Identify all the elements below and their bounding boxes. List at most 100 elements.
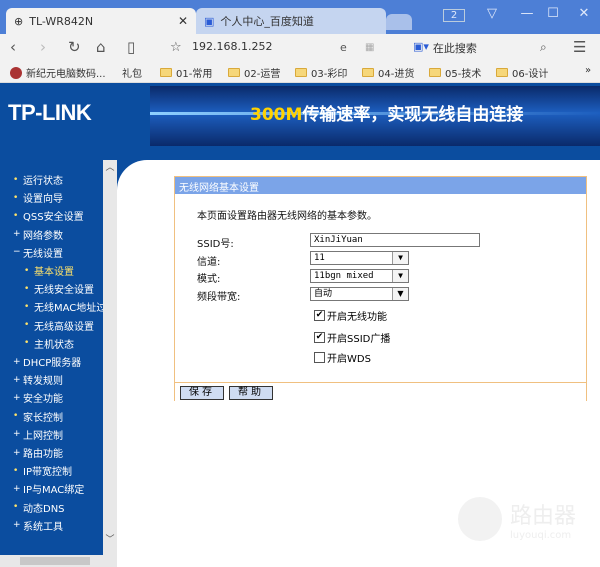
star-icon[interactable]: ☆ xyxy=(170,40,182,55)
sidebar-item[interactable]: + DHCP服务器 xyxy=(13,354,82,370)
sidebar-item[interactable]: − 无线设置 xyxy=(13,245,63,260)
bullet-icon: • xyxy=(13,210,19,221)
ie-icon[interactable]: e xyxy=(340,41,347,54)
site-icon xyxy=(10,66,22,79)
sidebar-item-label: 无线安全设置 xyxy=(34,285,94,297)
reload-icon[interactable]: ↻ xyxy=(68,38,81,56)
reader-icon[interactable]: ▯ xyxy=(127,38,135,56)
sidebar-item-label: QSS安全设置 xyxy=(23,212,84,224)
sidebar-item[interactable]: • 无线MAC地址过滤 xyxy=(24,299,103,315)
menu-icon[interactable]: ☰ xyxy=(573,38,586,56)
bookmark-folder[interactable]: 06-设计 xyxy=(496,65,548,80)
bullet-icon: • xyxy=(13,174,19,185)
expand-icon: + xyxy=(13,483,21,494)
bandwidth-select[interactable]: 自动 ▼ xyxy=(310,287,409,301)
sidebar-item[interactable]: • IP带宽控制 xyxy=(13,463,72,479)
sidebar-item-label: DHCP服务器 xyxy=(23,358,82,369)
sidebar-item-label: 无线设置 xyxy=(23,248,63,260)
sidebar-item-label: 系统工具 xyxy=(23,521,63,533)
sidebar-item[interactable]: • 主机状态 xyxy=(24,336,74,351)
mode-select[interactable]: 11bgn mixed ▼ xyxy=(310,269,409,283)
tab-baidu[interactable]: ▣ 个人中心_百度知道 xyxy=(196,8,386,34)
sidebar-item-label: 上网控制 xyxy=(23,430,63,442)
tab-count[interactable]: 2 xyxy=(443,9,465,22)
wds-checkbox[interactable]: 开启WDS xyxy=(314,350,371,365)
bookmark[interactable]: 新纪元电脑数码... xyxy=(10,65,106,80)
sidebar-item[interactable]: • 无线安全设置 xyxy=(24,281,94,297)
more-bookmarks[interactable]: » xyxy=(585,65,591,76)
sidebar-item-label: 路由功能 xyxy=(23,449,63,460)
sidebar-item-label: 家长控制 xyxy=(23,412,63,424)
sidebar-item[interactable]: + 路由功能 xyxy=(13,445,63,461)
qr-icon[interactable]: ▦ xyxy=(365,42,374,53)
new-tab-button[interactable] xyxy=(386,14,412,30)
sidebar-item[interactable]: • 运行状态 xyxy=(13,172,63,188)
bookmark-folder[interactable]: 05-技术 xyxy=(429,65,481,80)
bullet-icon: • xyxy=(24,338,30,349)
address-bar[interactable]: 192.168.1.252 xyxy=(192,40,272,53)
expand-icon: + xyxy=(13,392,21,403)
back-icon[interactable]: ‹ xyxy=(10,38,16,56)
folder-icon xyxy=(160,68,172,77)
search-box[interactable]: ▣▾ 在此搜索 xyxy=(413,40,477,56)
watermark: 路由器 luyouqi.com xyxy=(458,497,576,541)
sidebar-item-label: 无线高级设置 xyxy=(34,321,94,333)
sidebar-item[interactable]: + IP与MAC绑定 xyxy=(13,481,85,497)
expand-icon: + xyxy=(13,229,21,240)
bookmark-folder[interactable]: 04-进货 xyxy=(362,65,414,80)
sidebar-item-label: 基本设置 xyxy=(34,267,74,278)
bookmark-folder[interactable]: 01-常用 xyxy=(160,65,212,80)
sidebar-item[interactable]: + 转发规则 xyxy=(13,372,63,388)
checkbox[interactable] xyxy=(314,352,325,363)
bookmark-folder[interactable]: 02-运营 xyxy=(228,65,280,80)
sidebar-item[interactable]: • 基本设置 xyxy=(24,263,74,279)
save-button[interactable]: 保存 xyxy=(180,386,224,400)
enable-wireless-checkbox[interactable]: ✔ 开启无线功能 xyxy=(314,308,387,323)
sidebar-item-label: IP带宽控制 xyxy=(23,467,72,479)
skin-icon[interactable]: ▽ xyxy=(480,6,504,21)
sidebar-item[interactable]: • QSS安全设置 xyxy=(13,208,84,224)
forward-icon[interactable]: › xyxy=(40,38,46,56)
sidebar-item-label: 设置向导 xyxy=(23,194,63,206)
ssid-input[interactable]: XinJiYuan xyxy=(310,233,480,247)
maximize-button[interactable]: ☐ xyxy=(541,6,565,21)
panel-description: 本页面设置路由器无线网络的基本参数。 xyxy=(197,211,377,222)
sidebar-item-label: 安全功能 xyxy=(23,394,63,406)
tab-router[interactable]: ⊕ TL-WR842N ✕ xyxy=(6,8,196,34)
chevron-down-icon: ▼ xyxy=(392,252,408,264)
close-tab-icon[interactable]: ✕ xyxy=(178,14,188,28)
checkbox[interactable]: ✔ xyxy=(314,310,325,321)
checkbox[interactable]: ✔ xyxy=(314,332,325,343)
sidebar-item[interactable]: + 安全功能 xyxy=(13,390,63,406)
channel-select[interactable]: 11 ▼ xyxy=(310,251,409,265)
bookmark-folder[interactable]: 03-彩印 xyxy=(295,65,347,80)
search-icon[interactable]: ⌕ xyxy=(540,40,547,55)
expand-icon: + xyxy=(13,520,21,531)
minimize-button[interactable]: — xyxy=(515,6,539,21)
sidebar-item[interactable]: • 家长控制 xyxy=(13,409,63,424)
sidebar-item-label: 转发规则 xyxy=(23,376,63,388)
bookmark[interactable]: 礼包 xyxy=(122,65,142,80)
close-window-button[interactable]: ✕ xyxy=(572,6,596,21)
sidebar-item[interactable]: • 动态DNS xyxy=(13,500,65,515)
ssid-broadcast-checkbox[interactable]: ✔ 开启SSID广播 xyxy=(314,330,390,345)
sidebar-hscrollbar[interactable] xyxy=(0,555,117,567)
chevron-down-icon: ▼ xyxy=(392,288,408,300)
home-icon[interactable]: ⌂ xyxy=(96,38,106,56)
tp-link-logo: TP-LINK xyxy=(8,100,92,125)
sidebar-item[interactable]: + 网络参数 xyxy=(13,227,63,242)
expand-icon: + xyxy=(13,447,21,458)
sidebar-item[interactable]: • 设置向导 xyxy=(13,190,63,206)
wireless-basic-settings-panel: 无线网络基本设置 本页面设置路由器无线网络的基本参数。 SSID号: XinJi… xyxy=(174,176,587,401)
sidebar-item-label: IP与MAC绑定 xyxy=(23,485,85,497)
sidebar-item[interactable]: + 上网控制 xyxy=(13,427,63,442)
help-button[interactable]: 帮助 xyxy=(229,386,273,400)
bullet-icon: • xyxy=(13,502,19,513)
toolbar: ‹ › ↻ ⌂ ▯ ☆ 192.168.1.252 e ▦ ▣▾ 在此搜索 ⌕ ☰ xyxy=(0,34,600,60)
panel-title: 无线网络基本设置 xyxy=(175,177,586,194)
sidebar-item[interactable]: • 无线高级设置 xyxy=(24,318,94,333)
sidebar-scrollbar[interactable]: ︿ ﹀ xyxy=(103,160,117,555)
sidebar-item-label: 无线MAC地址过滤 xyxy=(34,303,103,315)
sidebar-item-label: 网络参数 xyxy=(23,230,63,242)
sidebar-item[interactable]: + 系统工具 xyxy=(13,518,63,533)
